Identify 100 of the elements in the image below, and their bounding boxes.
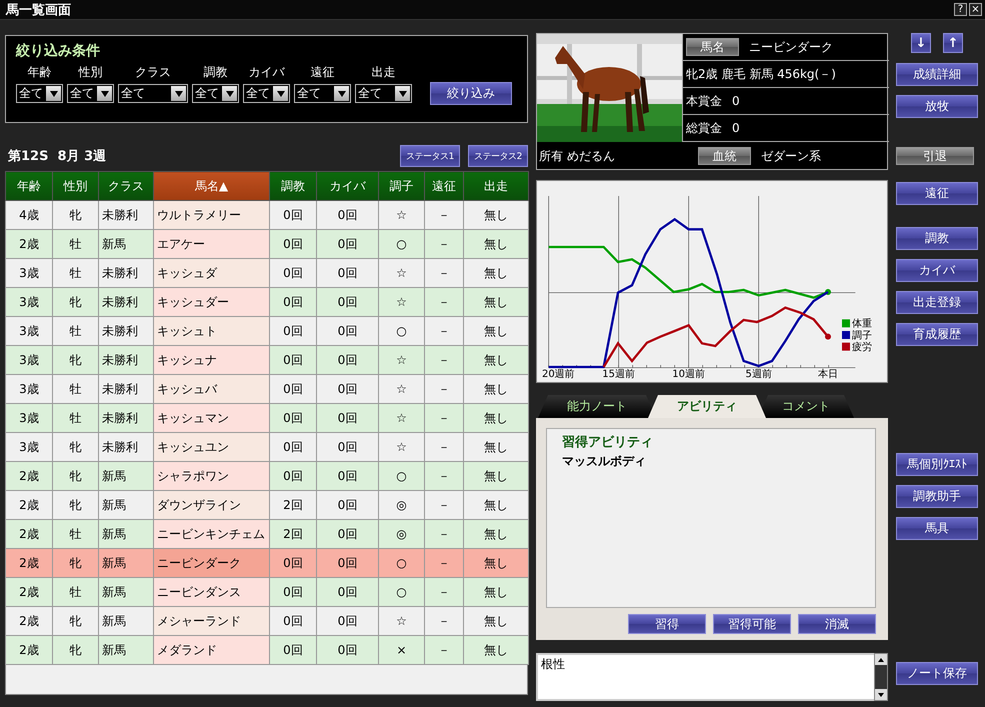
table-cell: 0回: [316, 404, 378, 432]
status-button[interactable]: ステータス1: [400, 145, 460, 167]
ability-heading: 習得アビリティ: [562, 434, 654, 451]
table-cell: ☆: [378, 374, 424, 404]
table-cell: キッシュマン: [154, 404, 270, 432]
legend-label: 疲労: [852, 342, 872, 353]
table-cell: ☆: [378, 606, 424, 636]
filter-label: 出走: [372, 64, 396, 81]
table-cell: 無し: [464, 374, 528, 404]
table-cell: 新馬: [98, 462, 154, 490]
lineage-button[interactable]: 血統: [698, 147, 751, 165]
table-cell: 無し: [464, 578, 528, 606]
table-cell: 無し: [464, 490, 528, 520]
name-button[interactable]: 馬名: [686, 38, 739, 56]
column-header[interactable]: 遠征: [424, 172, 464, 200]
side-button[interactable]: ノート保存: [896, 662, 978, 685]
side-button[interactable]: 育成履歴: [896, 323, 978, 346]
dropdown[interactable]: 全て: [118, 84, 188, 103]
scrollbar[interactable]: [874, 653, 888, 701]
table-cell: 牝: [52, 346, 98, 374]
column-header[interactable]: 性別: [52, 172, 98, 200]
column-header[interactable]: 年齢: [6, 172, 52, 200]
axis-label: 本日: [818, 369, 838, 380]
table-cell: 3歳: [6, 346, 52, 374]
help-button[interactable]: ?: [954, 3, 967, 16]
side-button[interactable]: 馬具: [896, 517, 978, 540]
dropdown[interactable]: 全て: [16, 84, 63, 103]
table-cell: 0回: [316, 346, 378, 374]
table-cell: 無し: [464, 316, 528, 346]
close-button[interactable]: ×: [969, 3, 982, 16]
table-cell: 新馬: [98, 230, 154, 258]
table-cell: 未勝利: [98, 288, 154, 316]
table-cell: －: [424, 374, 464, 404]
table-cell: 未勝利: [98, 432, 154, 462]
prize-value: 0: [732, 94, 740, 108]
column-header[interactable]: クラス: [98, 172, 154, 200]
filter-label: カイバ: [248, 64, 284, 81]
table-cell: 0回: [316, 606, 378, 636]
arrow-button[interactable]: ↓: [911, 33, 931, 53]
table-cell: 牝: [52, 490, 98, 520]
side-button[interactable]: 馬個別ｸｴｽﾄ: [896, 453, 978, 476]
scroll-down-icon[interactable]: [875, 689, 887, 700]
table-cell: 未勝利: [98, 200, 154, 230]
table-cell: 新馬: [98, 636, 154, 664]
prize-label: 本賞金: [686, 92, 722, 110]
table-cell: 未勝利: [98, 374, 154, 404]
table-cell: 未勝利: [98, 346, 154, 374]
arrow-button[interactable]: ↑: [943, 33, 963, 53]
ability-item[interactable]: マッスルボディ: [562, 453, 860, 470]
side-button[interactable]: 成績詳細: [896, 63, 978, 86]
filter-button[interactable]: 絞り込み: [430, 82, 512, 105]
filter-label: 調教: [204, 64, 228, 81]
side-button[interactable]: 遠征: [896, 182, 978, 205]
dropdown[interactable]: 全て: [294, 84, 351, 103]
status-button[interactable]: ステータス2: [468, 145, 528, 167]
side-button[interactable]: 出走登録: [896, 291, 978, 314]
owner-label: 所有 めだるん: [539, 148, 615, 164]
table-cell: 0回: [270, 200, 316, 230]
column-header[interactable]: 馬名▲: [154, 172, 270, 200]
table-cell: 無し: [464, 636, 528, 664]
table-cell: ○: [378, 578, 424, 606]
dropdown[interactable]: 全て: [355, 84, 412, 103]
side-button[interactable]: 調教: [896, 227, 978, 250]
table-cell: 0回: [316, 462, 378, 490]
tab[interactable]: アビリティ: [648, 395, 766, 418]
table-cell: キッシュバ: [154, 374, 270, 404]
table-cell: ☆: [378, 288, 424, 316]
scroll-up-icon[interactable]: [875, 654, 887, 665]
table-cell: 3歳: [6, 374, 52, 404]
column-header[interactable]: カイバ: [316, 172, 378, 200]
table-cell: 牝: [52, 636, 98, 664]
table-cell: 3歳: [6, 258, 52, 288]
table-cell: 牡: [52, 374, 98, 404]
column-header[interactable]: 調子: [378, 172, 424, 200]
table-cell: 3歳: [6, 316, 52, 346]
dropdown[interactable]: 全て: [243, 84, 290, 103]
lineage-value: ゼダーン系: [761, 148, 822, 164]
table-cell: ○: [378, 462, 424, 490]
table-cell: 0回: [270, 578, 316, 606]
side-button[interactable]: 引退: [896, 147, 974, 165]
table-cell: キッシュダ: [154, 258, 270, 288]
dropdown[interactable]: 全て: [192, 84, 239, 103]
table-cell: 無し: [464, 462, 528, 490]
table-cell: 2歳: [6, 548, 52, 578]
ability-button[interactable]: 習得可能: [713, 614, 791, 634]
table-cell: －: [424, 200, 464, 230]
ability-button[interactable]: 習得: [628, 614, 706, 634]
column-header[interactable]: 出走: [464, 172, 528, 200]
table-cell: 3歳: [6, 432, 52, 462]
table-cell: 2歳: [6, 606, 52, 636]
side-button[interactable]: 放牧: [896, 95, 978, 118]
column-header[interactable]: 調教: [270, 172, 316, 200]
filter-label: 性別: [78, 64, 102, 81]
table-cell: －: [424, 636, 464, 664]
dropdown[interactable]: 全て: [67, 84, 114, 103]
side-button[interactable]: カイバ: [896, 259, 978, 282]
side-button[interactable]: 調教助手: [896, 485, 978, 508]
note-field[interactable]: 根性: [536, 653, 874, 701]
table-cell: 牝: [52, 606, 98, 636]
ability-button[interactable]: 消滅: [798, 614, 876, 634]
